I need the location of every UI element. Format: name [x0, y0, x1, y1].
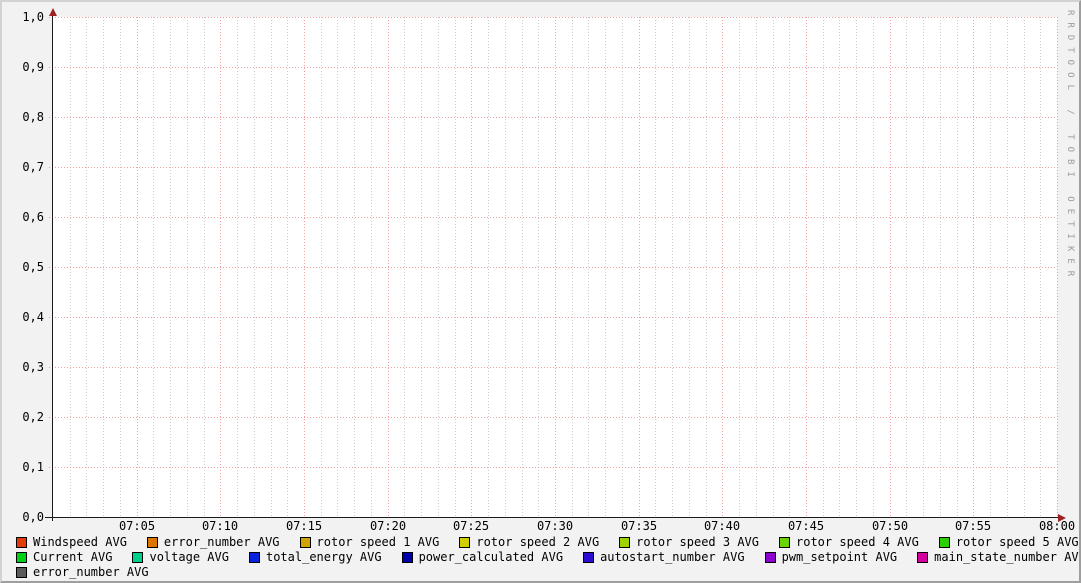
major-horizontal-gridline: [49, 117, 1057, 118]
legend-label: pwm_setpoint AVG: [782, 551, 898, 564]
x-tick-label: 07:35: [609, 520, 669, 532]
legend-item: Current AVG: [16, 551, 112, 564]
major-horizontal-gridline: [49, 417, 1057, 418]
x-axis-line: [45, 517, 1059, 518]
y-tick-label: 0,7: [6, 161, 44, 173]
major-horizontal-gridline: [49, 317, 1057, 318]
x-tick-label: 07:15: [274, 520, 334, 532]
legend-item: rotor speed 3 AVG: [619, 536, 759, 549]
legend-item: error_number AVG: [147, 536, 280, 549]
legend: Windspeed AVG error_number AVG rotor speed…: [16, 535, 1076, 580]
legend-swatch-icon: [779, 537, 790, 548]
y-axis-arrow-icon: [49, 8, 57, 16]
legend-item: Windspeed AVG: [16, 536, 127, 549]
legend-swatch-icon: [402, 552, 413, 563]
major-horizontal-gridline: [49, 67, 1057, 68]
legend-label: power_calculated AVG: [419, 551, 564, 564]
legend-label: rotor speed 1 AVG: [317, 536, 440, 549]
legend-item: rotor speed 5 AVG: [939, 536, 1079, 549]
legend-label: voltage AVG: [149, 551, 228, 564]
x-tick-label: 07:20: [358, 520, 418, 532]
y-tick-label: 1,0: [6, 11, 44, 23]
y-tick-label: 0,1: [6, 461, 44, 473]
legend-label: error_number AVG: [164, 536, 280, 549]
legend-swatch-icon: [917, 552, 928, 563]
y-tick-label: 0,9: [6, 61, 44, 73]
legend-label: main_state_number AVG: [934, 551, 1081, 564]
y-tick-label: 0,5: [6, 261, 44, 273]
legend-label: rotor speed 2 AVG: [476, 536, 599, 549]
major-horizontal-gridline: [49, 17, 1057, 18]
watermark: RRDTOOL / TOBI OETIKER: [1065, 10, 1075, 283]
legend-item: main_state_number AVG: [917, 551, 1081, 564]
legend-swatch-icon: [459, 537, 470, 548]
y-axis-line: [52, 12, 53, 521]
legend-swatch-icon: [16, 537, 27, 548]
legend-swatch-icon: [249, 552, 260, 563]
major-horizontal-gridline: [49, 367, 1057, 368]
major-vertical-gridline: [1057, 17, 1058, 517]
legend-swatch-icon: [16, 567, 27, 578]
legend-label: autostart_number AVG: [600, 551, 745, 564]
rrdtool-graph: 1,0 0,9 0,8 0,7 0,6 0,5 0,4 0,3 0,2 0,1 0,0 07:05 0…: [0, 0, 1081, 583]
x-tick-label: 07:45: [776, 520, 836, 532]
major-horizontal-gridline: [49, 267, 1057, 268]
y-tick-label: 0,3: [6, 361, 44, 373]
legend-row: Windspeed AVG error_number AVG rotor speed…: [16, 535, 1076, 550]
y-tick-label: 0,6: [6, 211, 44, 223]
major-horizontal-gridline: [49, 467, 1057, 468]
legend-label: error_number AVG: [33, 566, 149, 579]
legend-swatch-icon: [619, 537, 630, 548]
legend-swatch-icon: [300, 537, 311, 548]
legend-item: voltage AVG: [132, 551, 228, 564]
legend-item: error_number AVG: [16, 566, 149, 579]
legend-label: rotor speed 4 AVG: [796, 536, 919, 549]
legend-swatch-icon: [583, 552, 594, 563]
legend-item: pwm_setpoint AVG: [765, 551, 898, 564]
x-tick-label: 08:00: [1027, 520, 1081, 532]
legend-label: total_energy AVG: [266, 551, 382, 564]
y-tick-label: 0,4: [6, 311, 44, 323]
y-tick-label: 0,2: [6, 411, 44, 423]
legend-item: autostart_number AVG: [583, 551, 745, 564]
legend-item: rotor speed 4 AVG: [779, 536, 919, 549]
legend-swatch-icon: [147, 537, 158, 548]
legend-item: power_calculated AVG: [402, 551, 564, 564]
legend-item: rotor speed 1 AVG: [300, 536, 440, 549]
legend-item: total_energy AVG: [249, 551, 382, 564]
legend-row: Current AVG voltage AVG total_energy AVG po…: [16, 550, 1076, 565]
y-tick-label: 0,0: [6, 511, 44, 523]
legend-swatch-icon: [939, 537, 950, 548]
y-tick-label: 0,8: [6, 111, 44, 123]
x-tick-label: 07:50: [860, 520, 920, 532]
x-tick-label: 07:10: [190, 520, 250, 532]
x-tick-label: 07:40: [692, 520, 752, 532]
x-tick-label: 07:30: [525, 520, 585, 532]
legend-item: rotor speed 2 AVG: [459, 536, 599, 549]
major-horizontal-gridline: [49, 167, 1057, 168]
x-tick-label: 07:55: [943, 520, 1003, 532]
legend-swatch-icon: [132, 552, 143, 563]
x-tick-label: 07:25: [441, 520, 501, 532]
major-horizontal-gridline: [49, 217, 1057, 218]
x-tick-label: 07:05: [107, 520, 167, 532]
legend-swatch-icon: [765, 552, 776, 563]
legend-label: Windspeed AVG: [33, 536, 127, 549]
legend-label: rotor speed 3 AVG: [636, 536, 759, 549]
legend-label: rotor speed 5 AVG: [956, 536, 1079, 549]
legend-row: error_number AVG: [16, 565, 1076, 580]
legend-label: Current AVG: [33, 551, 112, 564]
legend-swatch-icon: [16, 552, 27, 563]
